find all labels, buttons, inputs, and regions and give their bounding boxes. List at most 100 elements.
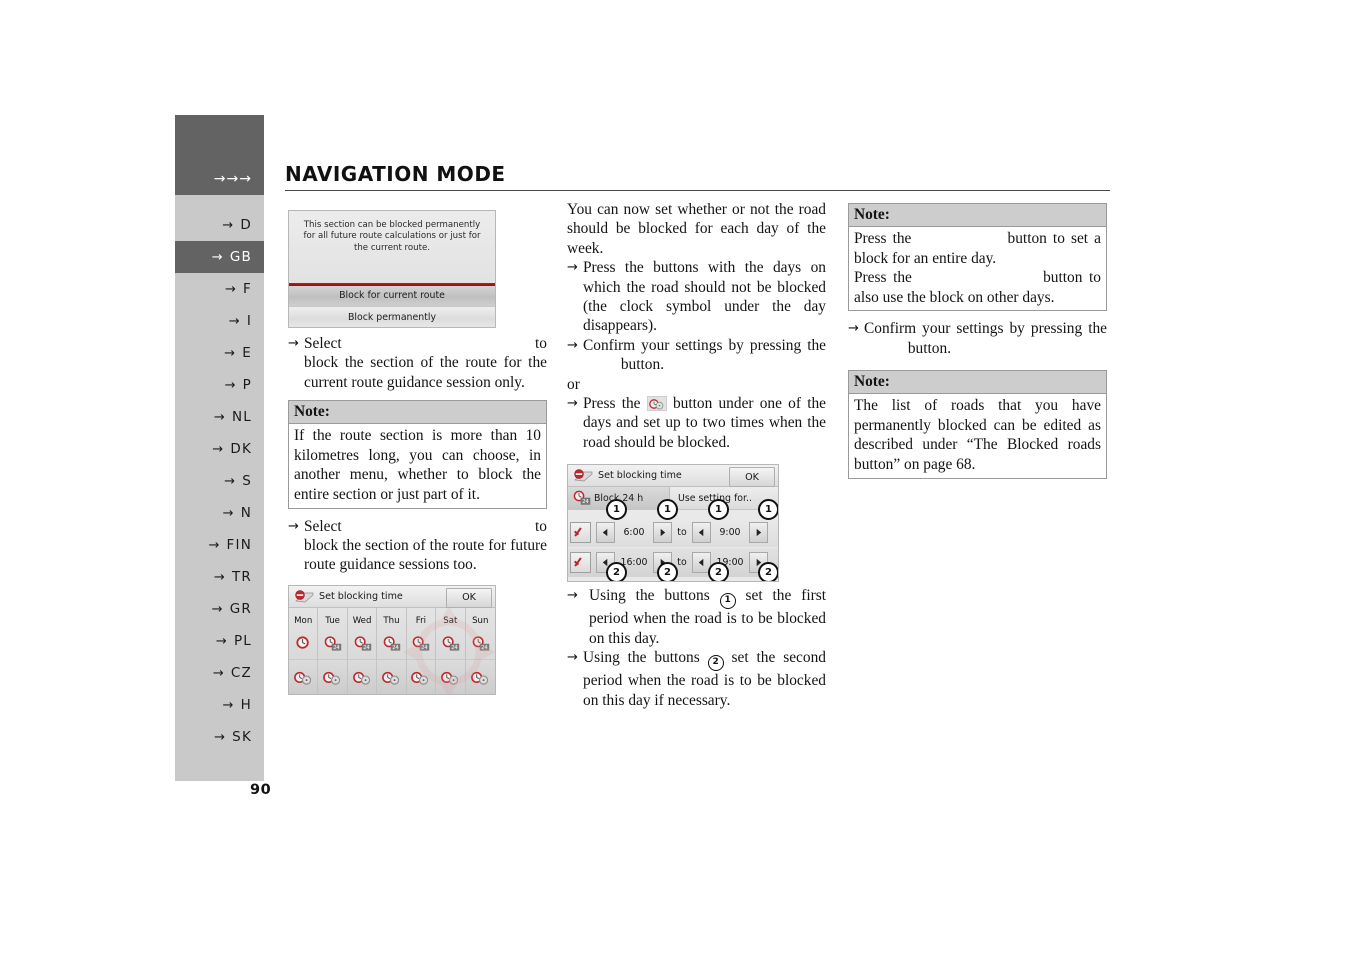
clock-24h-icon: 24 (383, 636, 401, 651)
sidebar-item-label: GR (229, 601, 252, 617)
callout-badge-1: 1 (708, 499, 729, 521)
callout-badge-2: 2 (606, 562, 627, 582)
clock-24h-icon: 24 (324, 636, 342, 651)
weekday-block-24h-button[interactable]: 24 (348, 628, 376, 659)
inline-callout-badge-1: 1 (719, 593, 736, 610)
arrow-bullet-icon: → (567, 396, 578, 412)
note-box-day-block: Note: Press the button to set a block fo… (848, 203, 1107, 312)
sidebar-item-label: NL (231, 409, 252, 425)
sidebar-item-label: E (242, 345, 252, 361)
period-1-checkbox[interactable] (570, 522, 591, 544)
ok-button[interactable]: OK (446, 587, 492, 608)
weekday-block-24h-button[interactable] (289, 628, 317, 659)
note-body: Press the button to set a block for an e… (849, 227, 1106, 310)
weekday-set-times-button[interactable] (289, 658, 318, 694)
sidebar-item-h[interactable]: → H (175, 689, 264, 721)
callout-badge-2: 2 (657, 562, 678, 582)
note-line-2-lead: Press the (854, 269, 912, 287)
weekday-column-fri[interactable]: Fri 24 (406, 607, 437, 694)
sidebar-item-f[interactable]: → F (175, 273, 264, 305)
period-1-from-decrease-button[interactable] (596, 522, 615, 544)
arrow-icon: → (214, 729, 227, 745)
weekday-block-24h-button[interactable]: 24 (377, 628, 405, 659)
sidebar-item-e[interactable]: → E (175, 337, 264, 369)
sidebar-item-label: GB (229, 249, 252, 265)
weekday-block-24h-button[interactable]: 24 (466, 628, 495, 659)
inline-callout-badge-2: 2 (707, 655, 724, 672)
screenshot-block-dialog: This section can be blocked permanently … (288, 210, 496, 328)
arrow-icon: → (211, 601, 224, 617)
callout-badge-1: 1 (657, 499, 678, 521)
sidebar-item-cz[interactable]: → CZ (175, 657, 264, 689)
weekday-column-sun[interactable]: Sun 24 (465, 608, 495, 694)
svg-text:24: 24 (363, 645, 369, 651)
sidebar-item-dk[interactable]: → DK (175, 433, 264, 465)
arrow-icon: → (215, 633, 228, 649)
sidebar-item-gr[interactable]: → GR (175, 593, 264, 625)
screenshot-titlebar: Set blocking time OK (289, 585, 495, 608)
clock-24h-icon: 24 (442, 636, 460, 651)
callout-badge-2: 2 (758, 562, 778, 582)
period-1-to-decrease-button[interactable] (692, 522, 711, 544)
sidebar-item-label: I (246, 313, 252, 329)
weekday-column-sat[interactable]: Sat 24 (436, 607, 466, 694)
sidebar-item-i[interactable]: → I (175, 305, 264, 337)
sidebar-item-tr[interactable]: → TR (175, 561, 264, 593)
period-2-checkbox[interactable] (570, 552, 591, 574)
step-press-time-icon: → Press the button under one of the days… (567, 394, 826, 452)
weekday-set-times-button[interactable] (406, 658, 436, 694)
callout-badge-1: 1 (606, 499, 627, 521)
weekday-set-times-button[interactable] (347, 658, 377, 694)
arrow-bullet-icon: → (567, 260, 578, 276)
sidebar-item-label: P (242, 377, 252, 393)
sidebar-item-pl[interactable]: → PL (175, 625, 264, 657)
step-set-first-period: → Using the buttons 1 set the first peri… (567, 586, 826, 648)
sidebar-item-label: PL (233, 633, 252, 649)
sidebar-item-nl[interactable]: → NL (175, 401, 264, 433)
block-permanently-button[interactable]: Block permanently (289, 307, 495, 327)
arrow-icon: → (213, 409, 226, 425)
weekday-set-times-button[interactable] (436, 658, 465, 694)
sidebar-item-label: N (240, 505, 252, 521)
clock-24h-icon: 24 (413, 636, 430, 651)
block-for-current-route-button[interactable]: Block for current route (289, 286, 495, 307)
weekday-block-24h-button[interactable]: 24 (436, 628, 464, 659)
weekday-column-tue[interactable]: Tue 24 (318, 607, 348, 694)
clock-24h-icon: 24 (572, 490, 591, 505)
sidebar-item-label: D (240, 217, 252, 233)
page-number: 90 (250, 782, 272, 798)
arrow-icon: → (211, 249, 224, 265)
weekday-label: Mon (294, 615, 313, 626)
sidebar-item-label: DK (230, 441, 252, 457)
step-lead-label: Using the buttons (583, 649, 700, 667)
note-line-1-lead: Press the (854, 230, 912, 247)
sidebar-item-gb[interactable]: → GB (175, 241, 264, 273)
weekday-column-mon[interactable]: Mon (289, 607, 319, 694)
sidebar-item-sk[interactable]: → SK (175, 721, 264, 753)
sidebar-item-n[interactable]: → N (175, 497, 264, 529)
weekday-column-wed[interactable]: Wed 24 (347, 607, 378, 694)
weekday-block-24h-button[interactable]: 24 (318, 628, 346, 659)
period-1-from-increase-button[interactable] (653, 522, 672, 544)
sidebar-item-d[interactable]: → D (175, 209, 264, 241)
step-lead-label: Select (304, 335, 342, 352)
step-body-text: Confirm your settings by pressing the (583, 336, 826, 354)
page-title: NAVIGATION MODE (285, 162, 506, 186)
period-1-to-increase-button[interactable] (749, 522, 768, 544)
svg-text:24: 24 (422, 645, 428, 651)
clock-24h-icon: 24 (354, 636, 371, 651)
ok-button[interactable]: OK (729, 467, 775, 488)
weekday-block-24h-button[interactable]: 24 (407, 628, 435, 659)
weekday-set-times-button[interactable] (318, 658, 347, 694)
header-arrows-icon: →→→ (213, 171, 252, 187)
sidebar-item-s[interactable]: → S (175, 465, 264, 497)
weekday-column-thu[interactable]: Thu 24 (377, 607, 407, 694)
sidebar-item-fin[interactable]: → FIN (175, 529, 264, 561)
callout-badge-2: 2 (708, 562, 729, 582)
right-column: Note: Press the button to set a block fo… (848, 203, 1107, 487)
sidebar-item-p[interactable]: → P (175, 369, 264, 401)
weekday-set-times-button[interactable] (465, 658, 495, 694)
weekday-set-times-button[interactable] (377, 658, 406, 694)
arrow-icon: → (224, 281, 238, 297)
period-1-to-label: to (677, 527, 687, 539)
